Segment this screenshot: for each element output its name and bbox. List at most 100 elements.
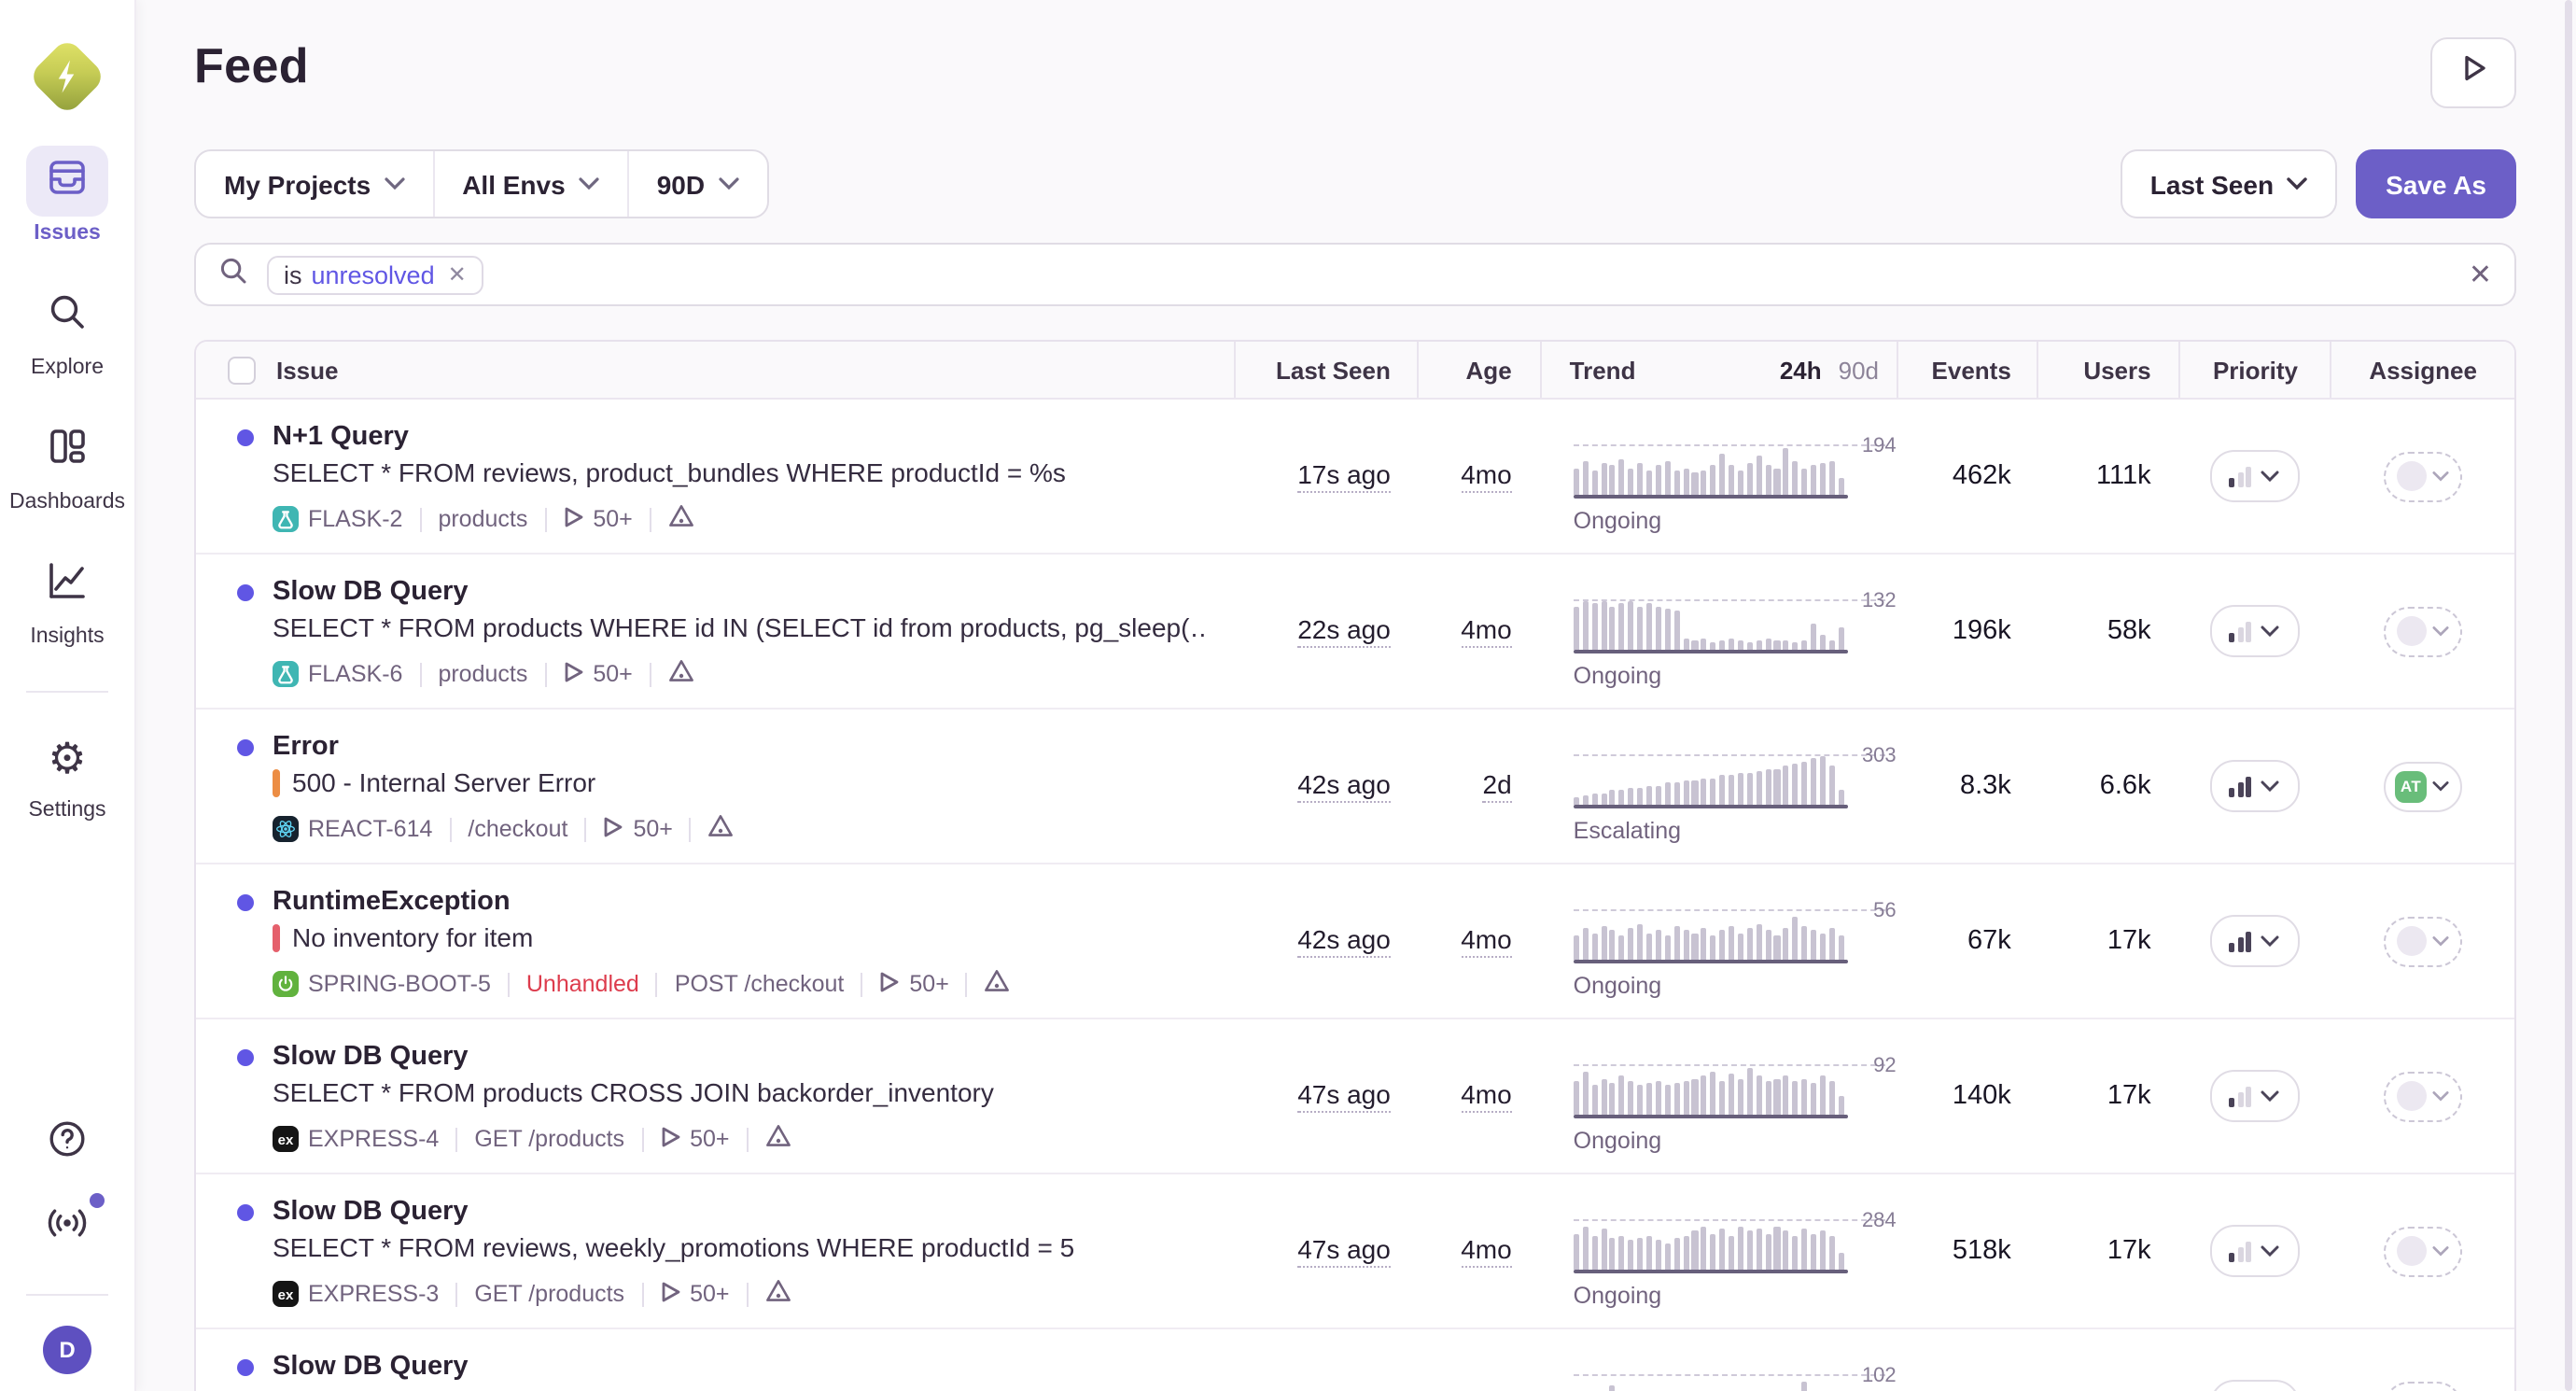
age-value[interactable]: 2d <box>1483 769 1512 803</box>
seer-icon[interactable] <box>668 504 694 534</box>
issue-row[interactable]: RuntimeException No inventory for item S… <box>196 864 2514 1019</box>
priority-dropdown[interactable] <box>2209 1225 2299 1277</box>
unresolved-dot <box>237 1359 254 1376</box>
project-tag[interactable]: ex EXPRESS-4 <box>273 1126 439 1152</box>
avatar[interactable]: D <box>43 1326 91 1374</box>
chevron-down-icon <box>2431 1245 2448 1257</box>
replay-count[interactable]: 50+ <box>603 815 672 843</box>
priority-dropdown[interactable] <box>2209 450 2299 502</box>
project-tag[interactable]: SPRING-BOOT-5 <box>273 971 491 997</box>
assignee-dropdown[interactable] <box>2383 1071 2461 1121</box>
assignee-dropdown[interactable] <box>2383 1226 2461 1276</box>
column-age[interactable]: Age <box>1466 356 1512 384</box>
issue-title[interactable]: Slow DB Query <box>273 1350 1234 1384</box>
issue-search-input[interactable]: is unresolved ✕ ✕ <box>194 243 2516 306</box>
project-tag[interactable]: REACT-614 <box>273 816 432 842</box>
assignee-dropdown[interactable] <box>2383 451 2461 501</box>
replay-count[interactable]: 50+ <box>563 505 632 533</box>
issue-row[interactable]: Slow DB Query SELECT * FROM products WHE… <box>196 555 2514 710</box>
projects-dropdown[interactable]: My Projects <box>196 151 432 217</box>
search-token-chip[interactable]: is unresolved ✕ <box>267 255 483 294</box>
assignee-dropdown[interactable] <box>2383 1381 2461 1391</box>
environments-dropdown[interactable]: All Envs <box>432 151 627 217</box>
assignee-dropdown[interactable] <box>2383 916 2461 966</box>
date-range-dropdown[interactable]: 90D <box>627 151 766 217</box>
select-all-checkbox[interactable] <box>228 356 256 384</box>
issue-row[interactable]: Slow DB Query SELECT * FROM products 47s… <box>196 1329 2514 1391</box>
route-tag[interactable]: products <box>438 506 527 532</box>
trend-90d-toggle[interactable]: 90d <box>1839 356 1879 384</box>
last-seen-value[interactable]: 42s ago <box>1297 924 1391 958</box>
issue-row[interactable]: Slow DB Query SELECT * FROM products CRO… <box>196 1019 2514 1174</box>
route-tag[interactable]: GET /products <box>474 1126 624 1152</box>
sidebar-item-dashboards[interactable]: Dashboards <box>9 414 125 513</box>
age-value[interactable]: 4mo <box>1461 1079 1511 1113</box>
project-tag[interactable]: FLASK-2 <box>273 506 402 532</box>
last-seen-value[interactable]: 47s ago <box>1297 1079 1391 1113</box>
project-tag[interactable]: FLASK-6 <box>273 661 402 687</box>
replay-count[interactable]: 50+ <box>879 970 948 998</box>
sort-dropdown[interactable]: Last Seen <box>2121 149 2337 218</box>
play-button[interactable] <box>2430 37 2516 108</box>
seer-icon[interactable] <box>985 969 1011 999</box>
seer-icon[interactable] <box>668 659 694 689</box>
issue-title[interactable]: Slow DB Query <box>273 1040 1234 1074</box>
sidebar-item-explore[interactable]: Explore <box>26 280 108 379</box>
assignee-dropdown[interactable] <box>2383 606 2461 656</box>
last-seen-value[interactable]: 47s ago <box>1297 1234 1391 1268</box>
sidebar-item-settings[interactable]: ⚙ Settings <box>26 723 108 822</box>
assignee-dropdown[interactable]: AT <box>2383 761 2461 811</box>
chevron-down-icon <box>2432 780 2449 792</box>
column-issue[interactable]: Issue <box>276 356 339 384</box>
issue-title[interactable]: RuntimeException <box>273 885 1234 919</box>
route-tag[interactable]: POST /checkout <box>675 971 845 997</box>
seer-icon[interactable] <box>765 1279 791 1309</box>
sidebar-item-insights[interactable]: Insights <box>26 549 108 648</box>
issue-row[interactable]: N+1 Query SELECT * FROM reviews, product… <box>196 400 2514 555</box>
unassigned-icon <box>2396 1081 2426 1111</box>
issue-title[interactable]: Slow DB Query <box>273 575 1234 609</box>
replay-count[interactable]: 50+ <box>660 1280 729 1308</box>
route-tag[interactable]: GET /products <box>474 1281 624 1307</box>
route-tag[interactable]: products <box>438 661 527 687</box>
priority-dropdown[interactable] <box>2209 760 2299 812</box>
priority-bars-icon <box>2230 931 2251 951</box>
events-count: 196k <box>1953 616 2011 646</box>
priority-dropdown[interactable] <box>2209 605 2299 657</box>
scrollbar[interactable] <box>2565 0 2572 1391</box>
last-seen-value[interactable]: 42s ago <box>1297 769 1391 803</box>
column-users[interactable]: Users <box>2083 356 2150 384</box>
trend-peak-value: 56 <box>1873 900 1897 922</box>
issue-title[interactable]: N+1 Query <box>273 420 1234 454</box>
priority-dropdown[interactable] <box>2209 1070 2299 1122</box>
save-as-button[interactable]: Save As <box>2356 149 2516 218</box>
clear-search-icon[interactable]: ✕ <box>2469 258 2492 291</box>
help-button[interactable] <box>47 1118 88 1169</box>
seer-icon[interactable] <box>765 1124 791 1154</box>
replay-count[interactable]: 50+ <box>563 660 632 688</box>
issue-title[interactable]: Error <box>273 730 1234 764</box>
issue-row[interactable]: Slow DB Query SELECT * FROM reviews, wee… <box>196 1174 2514 1329</box>
broadcast-button[interactable] <box>43 1202 91 1253</box>
age-value[interactable]: 4mo <box>1461 459 1511 493</box>
remove-token-icon[interactable]: ✕ <box>448 261 467 288</box>
priority-dropdown[interactable] <box>2209 1380 2299 1391</box>
route-tag[interactable]: /checkout <box>468 816 567 842</box>
project-tag[interactable]: ex EXPRESS-3 <box>273 1281 439 1307</box>
column-priority[interactable]: Priority <box>2213 356 2298 384</box>
column-assignee[interactable]: Assignee <box>2369 356 2477 384</box>
sidebar-item-issues[interactable]: Issues <box>26 146 108 245</box>
column-last-seen[interactable]: Last Seen <box>1276 356 1391 384</box>
age-value[interactable]: 4mo <box>1461 924 1511 958</box>
priority-dropdown[interactable] <box>2209 915 2299 967</box>
column-events[interactable]: Events <box>1932 356 2011 384</box>
age-value[interactable]: 4mo <box>1461 614 1511 648</box>
issue-row[interactable]: Error 500 - Internal Server Error REACT-… <box>196 710 2514 864</box>
replay-count[interactable]: 50+ <box>660 1125 729 1153</box>
last-seen-value[interactable]: 17s ago <box>1297 459 1391 493</box>
age-value[interactable]: 4mo <box>1461 1234 1511 1268</box>
last-seen-value[interactable]: 22s ago <box>1297 614 1391 648</box>
issue-title[interactable]: Slow DB Query <box>273 1195 1234 1229</box>
seer-icon[interactable] <box>708 814 735 844</box>
trend-24h-toggle[interactable]: 24h <box>1780 356 1822 384</box>
